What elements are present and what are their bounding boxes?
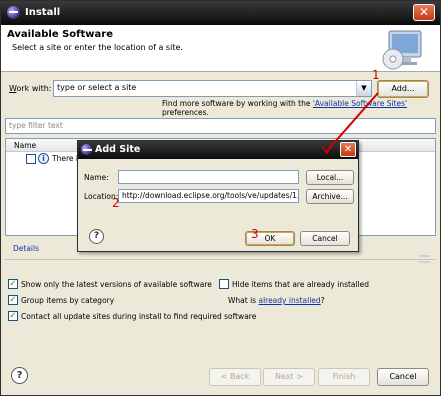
annotation-step-3: 3 — [251, 227, 259, 241]
annotation-step-1: 1 — [372, 68, 380, 82]
annotation-arrows — [321, 92, 379, 155]
annotation-step-2: 2 — [112, 196, 120, 210]
